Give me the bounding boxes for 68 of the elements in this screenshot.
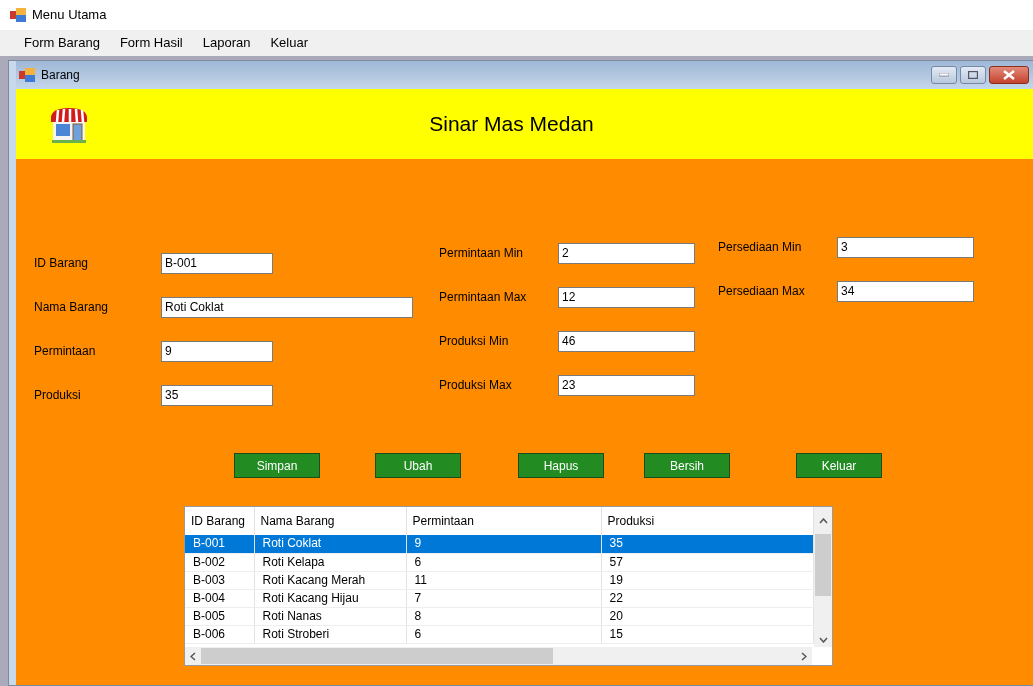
text-field[interactable]: 46 [558, 330, 695, 352]
close-icon [1003, 70, 1015, 80]
menu-item[interactable]: Form Barang [14, 30, 110, 56]
action-button[interactable]: Hapus [518, 453, 604, 478]
action-button[interactable]: Simpan [234, 453, 320, 478]
close-button[interactable] [989, 66, 1029, 84]
table-cell: Roti Kacang Hijau [254, 589, 406, 607]
field-label: Produksi [34, 387, 82, 404]
minimize-icon [939, 73, 949, 77]
table-cell: B-003 [185, 571, 254, 589]
header-title: Sinar Mas Medan [428, 111, 595, 138]
text-field[interactable]: 2 [558, 242, 695, 264]
table-cell: 19 [601, 571, 813, 589]
table-cell: Roti Stroberi [254, 625, 406, 643]
table-cell: 6 [406, 553, 601, 571]
field-label: Produksi Min [439, 333, 510, 350]
horizontal-scrollbar[interactable] [185, 647, 812, 665]
action-button[interactable]: Ubah [375, 453, 461, 478]
table-cell: 11 [406, 571, 601, 589]
text-field[interactable]: 3 [837, 236, 974, 258]
field-label: Produksi Max [439, 377, 513, 394]
table-cell: 22 [601, 589, 813, 607]
menu-item[interactable]: Form Hasil [109, 30, 193, 56]
maximize-button[interactable] [960, 66, 986, 84]
table-cell: B-004 [185, 589, 254, 607]
table-cell: 7 [406, 589, 601, 607]
app-icon [19, 68, 35, 82]
table-cell: 15 [601, 625, 813, 643]
window-title: Menu Utama [32, 6, 107, 25]
table-cell: 57 [601, 553, 813, 571]
text-field[interactable]: 35 [161, 384, 273, 406]
menu-item[interactable]: Laporan [192, 30, 261, 56]
text-field[interactable]: 23 [558, 374, 695, 396]
text-field[interactable]: 9 [161, 340, 273, 362]
field-label: Nama Barang [34, 299, 110, 316]
app-icon [10, 8, 26, 22]
text-field[interactable]: B-001 [161, 252, 273, 274]
action-button[interactable]: Bersih [644, 453, 730, 478]
field-label: Permintaan Max [439, 289, 528, 306]
table-cell: B-005 [185, 607, 254, 625]
menu-item[interactable]: Keluar [260, 30, 318, 56]
minimize-button[interactable] [931, 66, 957, 84]
table-cell: Roti Nanas [254, 607, 406, 625]
table-cell: 9 [406, 535, 601, 553]
field-label: Permintaan Min [439, 245, 525, 262]
table-cell: B-006 [185, 625, 254, 643]
action-button[interactable]: Keluar [796, 453, 882, 478]
table-cell: Roti Kacang Merah [254, 571, 406, 589]
field-label: Persediaan Max [718, 283, 806, 300]
scroll-thumb[interactable] [201, 648, 553, 664]
text-field[interactable]: 12 [558, 286, 695, 308]
maximize-icon [968, 71, 978, 79]
field-label: Permintaan [34, 343, 97, 360]
table-cell: B-002 [185, 553, 254, 571]
table-cell: B-001 [185, 535, 254, 553]
table-cell: Roti Coklat [254, 535, 406, 553]
table-cell: Roti Kelapa [254, 553, 406, 571]
field-label: ID Barang [34, 255, 90, 272]
child-window-title: Barang [41, 67, 81, 84]
table-cell: 6 [406, 625, 601, 643]
table-cell: 35 [601, 535, 813, 553]
scroll-thumb[interactable] [815, 534, 831, 596]
vertical-scrollbar[interactable] [814, 507, 832, 647]
table-cell: 8 [406, 607, 601, 625]
text-field[interactable]: 34 [837, 280, 974, 302]
text-field[interactable]: Roti Coklat [161, 296, 413, 318]
field-label: Persediaan Min [718, 239, 803, 256]
table-cell: 20 [601, 607, 813, 625]
